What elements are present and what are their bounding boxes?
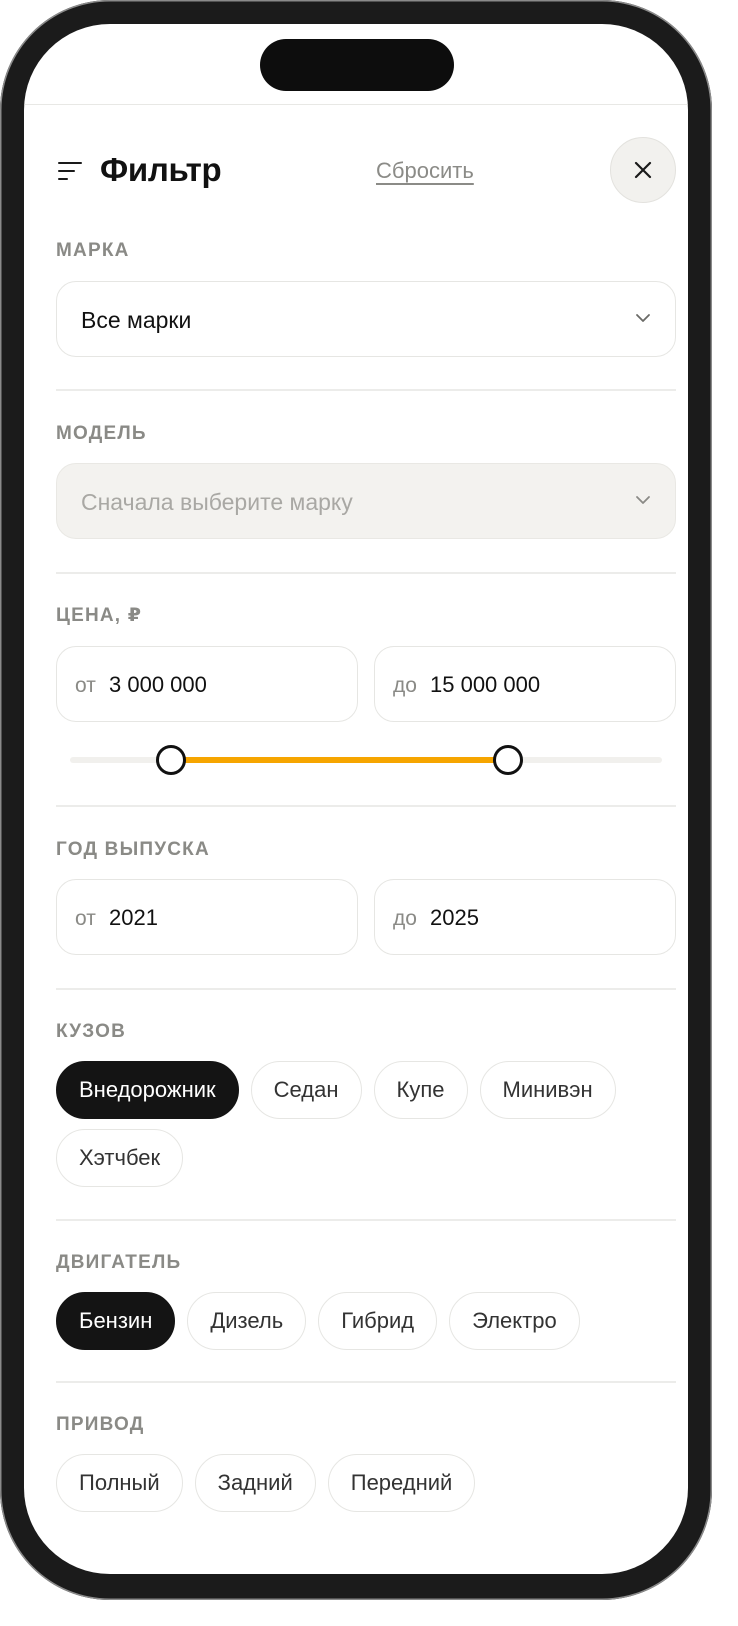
model-select-placeholder: Сначала выберите марку: [81, 489, 353, 515]
price-label: ЦЕНА, ₽: [56, 605, 143, 626]
section-divider: [56, 1381, 676, 1383]
model-label: МОДЕЛЬ: [56, 423, 147, 444]
chevron-down-icon: [636, 314, 650, 322]
year-to-field[interactable]: до 2025: [374, 879, 676, 955]
body-type-chip[interactable]: Хэтчбек: [56, 1129, 184, 1187]
engine-chip[interactable]: Электро: [449, 1292, 580, 1350]
body-type-chip[interactable]: Седан: [250, 1061, 362, 1119]
reset-button[interactable]: Сбросить: [376, 157, 474, 185]
phone-frame: Фильтр Сбросить МАРКА Все марки МОДЕЛЬ С…: [0, 0, 712, 1600]
brand-label: МАРКА: [56, 240, 130, 261]
body-chip-group: Внедорожник Седан Купе Минивэн Хэтчбек: [56, 1061, 676, 1187]
price-to-field[interactable]: до 15 000 000: [374, 646, 676, 722]
price-slider-range: [170, 757, 509, 763]
year-to-prefix: до: [393, 907, 417, 930]
close-icon: [634, 161, 652, 179]
body-type-chip[interactable]: Купе: [373, 1061, 468, 1119]
model-select[interactable]: Сначала выберите марку: [56, 463, 676, 539]
year-from-prefix: от: [75, 907, 96, 930]
filter-lines-icon: [58, 160, 82, 182]
engine-chip-group: Бензин Дизель Гибрид Электро: [56, 1292, 676, 1350]
top-divider: [24, 104, 688, 105]
drive-chip[interactable]: Полный: [56, 1454, 183, 1512]
brand-select[interactable]: Все марки: [56, 281, 676, 357]
engine-label: ДВИГАТЕЛЬ: [56, 1252, 182, 1273]
price-to-prefix: до: [393, 674, 417, 697]
body-type-chip[interactable]: Минивэн: [479, 1061, 616, 1119]
filter-screen: Фильтр Сбросить МАРКА Все марки МОДЕЛЬ С…: [24, 24, 688, 1574]
price-from-prefix: от: [75, 674, 96, 697]
section-divider: [56, 389, 676, 391]
price-to-value: 15 000 000: [430, 672, 541, 697]
engine-chip[interactable]: Дизель: [187, 1292, 307, 1350]
drive-chip[interactable]: Передний: [327, 1454, 476, 1512]
close-button[interactable]: [610, 137, 676, 203]
page-title: Фильтр: [100, 151, 222, 188]
price-slider-max-handle[interactable]: [493, 745, 524, 775]
year-label: ГОД ВЫПУСКА: [56, 839, 210, 860]
section-divider: [56, 988, 676, 990]
year-to-value: 2025: [430, 905, 479, 930]
body-label: КУЗОВ: [56, 1021, 127, 1042]
price-from-value: 3 000 000: [109, 672, 207, 697]
price-from-field[interactable]: от 3 000 000: [56, 646, 358, 722]
body-type-chip[interactable]: Внедорожник: [56, 1061, 239, 1119]
drive-label: ПРИВОД: [56, 1414, 145, 1435]
section-divider: [56, 805, 676, 807]
section-divider: [56, 1219, 676, 1221]
engine-chip[interactable]: Бензин: [56, 1292, 176, 1350]
year-from-value: 2021: [109, 905, 158, 930]
chevron-down-icon: [636, 496, 650, 504]
price-slider-min-handle[interactable]: [155, 745, 186, 775]
brand-select-value: Все марки: [81, 307, 192, 333]
section-divider: [56, 572, 676, 574]
drive-chip-group: Полный Задний Передний: [56, 1454, 676, 1512]
drive-chip[interactable]: Задний: [194, 1454, 316, 1512]
year-from-field[interactable]: от 2021: [56, 879, 358, 955]
engine-chip[interactable]: Гибрид: [318, 1292, 438, 1350]
dynamic-island: [260, 39, 454, 91]
